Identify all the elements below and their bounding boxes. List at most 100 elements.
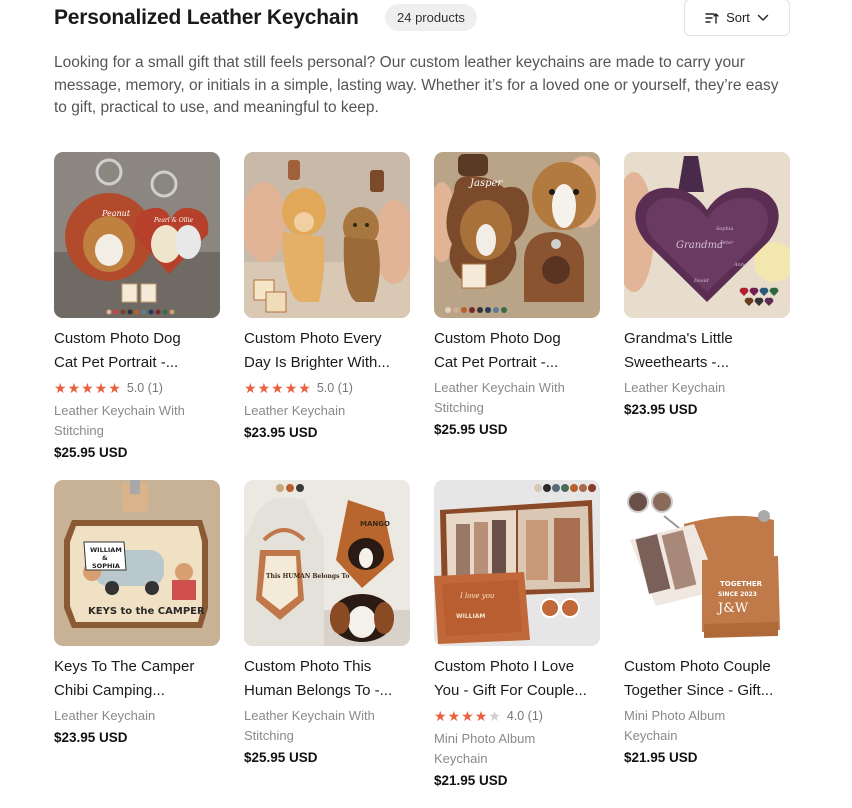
- image-caption: Jasper: [468, 178, 503, 189]
- star-icon: ★: [94, 380, 108, 396]
- sort-button[interactable]: Sort: [684, 0, 790, 36]
- product-title[interactable]: Keys To The Camper Chibi Camping...: [54, 655, 220, 703]
- image-caption: Sophia: [716, 226, 733, 232]
- product-image[interactable]: This HUMAN Belongs To MANGO: [244, 480, 410, 646]
- product-title[interactable]: Custom Photo This Human Belongs To -...: [244, 655, 410, 703]
- image-caption: &: [102, 554, 108, 562]
- product-price: $21.95 USD: [624, 750, 698, 765]
- star-icon: ★: [298, 380, 311, 396]
- sort-icon: [705, 12, 719, 24]
- rating-text: 4.0 (1): [506, 709, 543, 723]
- product-title[interactable]: Custom Photo Couple Together Since - Gif…: [624, 655, 790, 703]
- product-card[interactable]: I love you WILLIAM Custom Photo I Love Y…: [434, 480, 600, 808]
- product-category: Leather Keychain With Stitching: [434, 380, 565, 415]
- product-title[interactable]: Custom Photo Dog Cat Pet Portrait -...: [54, 327, 220, 375]
- image-caption: Anna: [733, 262, 747, 268]
- product-category: Leather Keychain: [54, 708, 156, 723]
- product-count-badge: 24 products: [385, 4, 477, 31]
- image-caption: David: [693, 278, 709, 284]
- image-caption: This HUMAN Belongs To: [266, 573, 349, 580]
- product-title-line: Custom Photo Dog: [54, 330, 181, 347]
- product-image[interactable]: [244, 152, 410, 318]
- product-image[interactable]: WILLIAM & SOPHIA KEYS to the CAMPER: [54, 480, 220, 646]
- star-icon: ★: [108, 380, 121, 396]
- star-icon: ★: [488, 708, 501, 724]
- page-title: Personalized Leather Keychain: [54, 6, 359, 29]
- product-category: Mini Photo Album Keychain: [624, 708, 726, 743]
- image-caption: SOPHIA: [92, 562, 120, 570]
- image-caption: Peanut: [101, 209, 131, 218]
- star-icon: ★: [54, 380, 67, 396]
- product-rating: ★ ★ ★ ★ ★ 4.0 (1): [434, 706, 600, 726]
- star-icon: ★: [81, 380, 94, 396]
- image-caption: J&W: [716, 601, 749, 616]
- image-caption: Pearl & Ollie: [153, 217, 194, 224]
- product-price: $21.95 USD: [434, 773, 508, 788]
- product-price: $23.95 USD: [54, 730, 128, 745]
- product-card[interactable]: WILLIAM & SOPHIA KEYS to the CAMPER Keys…: [54, 480, 220, 808]
- chevron-down-icon: [757, 14, 769, 22]
- product-card[interactable]: Peanut Pearl & Ollie Custom Photo Dog Ca…: [54, 152, 220, 480]
- product-title-line: Cat Pet Portrait -...: [434, 354, 559, 371]
- product-title-line: Custom Photo Couple: [624, 658, 771, 675]
- product-image[interactable]: Grandma Sophia Peter Anna David: [624, 152, 790, 318]
- product-title-line: Grandma's Little: [624, 330, 733, 347]
- star-icon: ★: [257, 380, 271, 396]
- product-title[interactable]: Custom Photo I Love You - Gift For Coupl…: [434, 655, 600, 703]
- image-caption: I love you: [459, 592, 495, 600]
- product-category: Leather Keychain: [244, 403, 346, 418]
- product-card[interactable]: Grandma Sophia Peter Anna David Grandma'…: [624, 152, 790, 480]
- product-rating: ★ ★ ★ ★ ★ 5.0 (1): [54, 378, 220, 398]
- image-caption: WILLIAM: [90, 546, 122, 554]
- product-title-line: Custom Photo Every: [244, 330, 382, 347]
- image-caption: Peter: [719, 240, 734, 246]
- product-image[interactable]: Jasper: [434, 152, 600, 318]
- product-price: $25.95 USD: [244, 750, 318, 765]
- product-price: $25.95 USD: [54, 445, 128, 460]
- star-icon: ★: [434, 708, 447, 724]
- product-price: $23.95 USD: [244, 425, 318, 440]
- product-image[interactable]: I love you WILLIAM: [434, 480, 600, 646]
- product-image[interactable]: TOGETHER SINCE 2023 J&W: [624, 480, 790, 646]
- product-title[interactable]: Custom Photo Dog Cat Pet Portrait -...: [434, 327, 600, 375]
- product-title-line: You - Gift For Couple...: [434, 682, 587, 699]
- product-category: Leather Keychain With Stitching: [244, 708, 375, 743]
- product-category: Mini Photo Album Keychain: [434, 731, 536, 766]
- image-caption: KEYS to the CAMPER: [88, 606, 205, 617]
- image-caption: SINCE 2023: [718, 591, 757, 598]
- star-icon: ★: [67, 380, 81, 396]
- product-price: $23.95 USD: [624, 402, 698, 417]
- star-icon: ★: [447, 708, 461, 724]
- image-caption: TOGETHER: [720, 580, 763, 588]
- product-category: Leather Keychain: [624, 380, 726, 395]
- product-price: $25.95 USD: [434, 422, 508, 437]
- product-title[interactable]: Custom Photo Every Day Is Brighter With.…: [244, 327, 410, 375]
- sort-label: Sort: [726, 10, 750, 25]
- product-title-line: Custom Photo I Love: [434, 658, 575, 675]
- product-rating: ★ ★ ★ ★ ★ 5.0 (1): [244, 378, 410, 398]
- star-icon: ★: [474, 708, 488, 724]
- collection-description: Looking for a small gift that still feel…: [54, 54, 779, 116]
- product-title-line: Cat Pet Portrait -...: [54, 354, 179, 371]
- product-grid: Peanut Pearl & Ollie Custom Photo Dog Ca…: [54, 152, 790, 808]
- product-image[interactable]: Peanut Pearl & Ollie: [54, 152, 220, 318]
- image-caption: Grandma: [676, 240, 723, 251]
- star-icon: ★: [244, 380, 257, 396]
- product-title-line: Day Is Brighter With...: [244, 354, 390, 371]
- star-icon: ★: [284, 380, 298, 396]
- product-card[interactable]: TOGETHER SINCE 2023 J&W Custom Photo Cou…: [624, 480, 790, 808]
- product-title-line: Custom Photo Dog: [434, 330, 561, 347]
- product-title[interactable]: Grandma's Little Sweethearts -...: [624, 327, 790, 375]
- product-title-line: Chibi Camping...: [54, 682, 165, 699]
- image-caption: WILLIAM: [456, 613, 485, 620]
- product-title-line: Human Belongs To -...: [244, 682, 393, 699]
- product-category: Leather Keychain With Stitching: [54, 403, 185, 438]
- product-title-line: Custom Photo This: [244, 658, 372, 675]
- product-card[interactable]: Custom Photo Every Day Is Brighter With.…: [244, 152, 410, 480]
- product-title-line: Sweethearts -...: [624, 354, 730, 371]
- rating-text: 5.0 (1): [126, 381, 163, 395]
- product-card[interactable]: Jasper Custom Photo Dog Cat Pet Portrait…: [434, 152, 600, 480]
- star-icon: ★: [461, 708, 474, 724]
- product-title-line: Together Since - Gift...: [624, 682, 774, 699]
- product-card[interactable]: This HUMAN Belongs To MANGO Custom Photo…: [244, 480, 410, 808]
